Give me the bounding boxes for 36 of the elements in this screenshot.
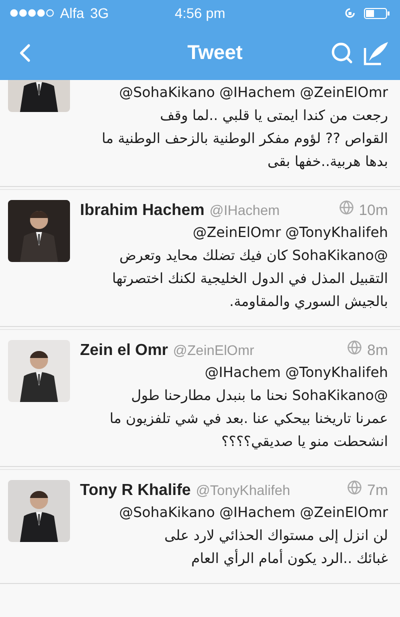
screen-title: Tweet — [186, 42, 244, 64]
author-name: Ibrahim Hachem — [80, 202, 204, 220]
globe-icon — [347, 480, 362, 495]
tweet-text-line: انشحطت منو يا صديقي؟؟؟؟ — [220, 433, 388, 452]
tweet-text-line: القواص ?? لؤوم مفكر الوطنية بالزحف الوطنية ما — [100, 130, 388, 149]
tweet-time: 10m — [358, 202, 388, 219]
status-time: 4:56 pm — [174, 5, 226, 21]
tweet-text-line: @SohaKikano نحنا ما بنبدل مطارحنا طول — [130, 387, 388, 406]
tweet-text-line: عمرنا تاريخنا بيحكي عنا .بعد في شي تلفزيون ما — [108, 410, 388, 429]
tweet-time: 8m — [367, 342, 388, 359]
mention-line: @ZeinElOmr @TonyKhalifeh — [192, 224, 388, 243]
compose-icon — [362, 39, 390, 67]
author-name: Tony R Khalife — [80, 482, 191, 500]
tweet-text-line: رجعت من كندا ايمتى يا قلبي ..لما وقف — [159, 107, 388, 126]
signal-icon — [10, 9, 54, 17]
mention-line: @SohaKikano @IHachem @ZeinElOmr — [118, 84, 388, 103]
carrier-name: Alfa — [60, 5, 84, 21]
tweet-text-line: لن انزل إلى مستواك الحذائي لارد على — [163, 527, 388, 546]
mention-line: @IHachem @TonyKhalifeh — [204, 364, 388, 383]
author-handle: @TonyKhalifeh — [196, 482, 292, 498]
author-handle: @ZeinElOmr — [173, 342, 256, 358]
mention-line: @SohaKikano @IHachem @ZeinElOmr — [118, 504, 388, 523]
network-type: 3G — [90, 5, 109, 21]
tweet-text-line: بدها هربية..خفها بقى — [266, 153, 388, 172]
tweet-time: 7m — [367, 482, 388, 499]
tweet-text-line: التقبيل المذل في الدول الخليجية لكنك اختصرتها — [111, 270, 388, 289]
tweet-text-line: غبائك ..الرد يكون أمام الرأي العام — [190, 548, 388, 569]
globe-icon — [347, 340, 362, 355]
battery-icon — [364, 8, 390, 18]
globe-icon — [338, 200, 354, 215]
author-handle: @IHachem — [209, 202, 281, 218]
tweet-text-line: بالجيش السوري والمقاومة. — [228, 293, 388, 312]
author-name: Zein el Omr — [80, 342, 168, 360]
rotation-lock-icon — [344, 7, 356, 19]
tweet-text-line: @SohaKikano كان فيك تضلك محايد وتعرض — [118, 247, 388, 266]
search-icon — [330, 41, 354, 65]
